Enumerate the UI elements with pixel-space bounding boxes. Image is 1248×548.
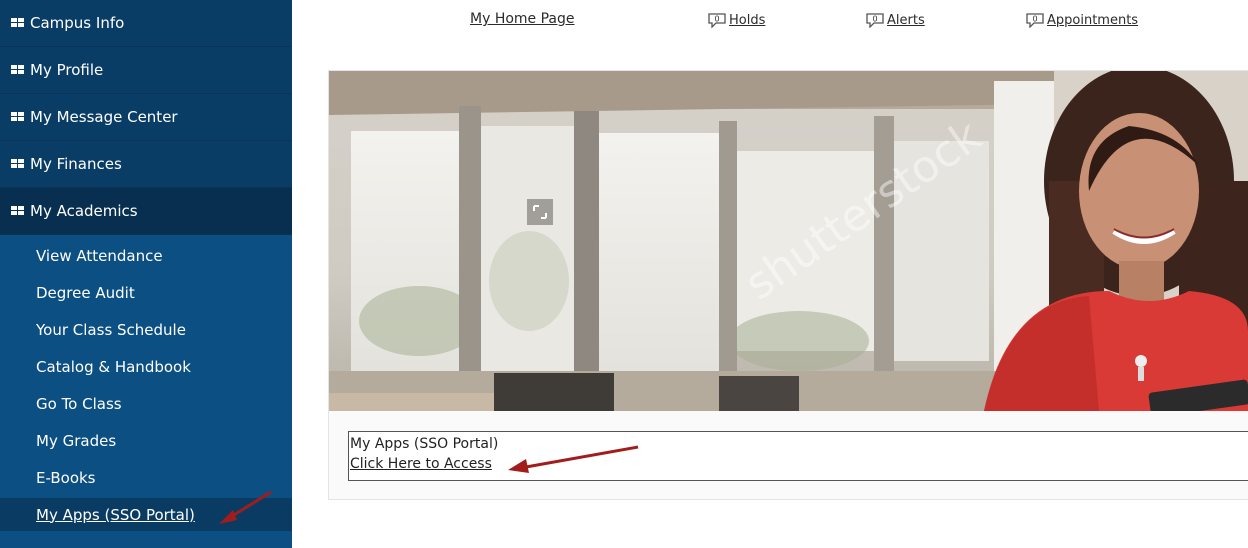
grid-icon <box>11 18 25 28</box>
menu-label: Campus Info <box>30 14 125 32</box>
holds-count: 0 <box>714 15 719 24</box>
menu-label: My Message Center <box>30 108 178 126</box>
apps-box: My Apps (SSO Portal) Click Here to Acces… <box>348 431 1248 481</box>
menu-my-academics[interactable]: My Academics <box>0 188 292 235</box>
menu-label: My Profile <box>30 61 104 79</box>
top-navigation: My Home Page 0 Holds 0 Alerts 0 Appointm… <box>292 0 1248 52</box>
sub-item-go-to-class[interactable]: Go To Class <box>0 385 292 422</box>
hero-image: shutterstock <box>329 71 1248 411</box>
grid-icon <box>11 206 25 216</box>
speech-bubble-icon: 0 <box>866 13 884 28</box>
appointments-count: 0 <box>1032 15 1037 24</box>
menu-label: My Academics <box>30 202 138 220</box>
menu-campus-info[interactable]: Campus Info <box>0 0 292 47</box>
menu-label: My Finances <box>30 155 122 173</box>
menu-my-message-center[interactable]: My Message Center <box>0 94 292 141</box>
annotation-arrow <box>219 490 272 524</box>
grid-icon <box>11 65 25 75</box>
appointments-link[interactable]: 0 Appointments <box>1025 12 1138 28</box>
grid-icon <box>11 159 25 169</box>
sub-item-my-grades[interactable]: My Grades <box>0 422 292 459</box>
alerts-link[interactable]: 0 Alerts <box>865 12 925 28</box>
menu-my-profile[interactable]: My Profile <box>0 47 292 94</box>
alerts-count: 0 <box>872 15 877 24</box>
apps-title: My Apps (SSO Portal) <box>350 436 499 452</box>
holds-link[interactable]: 0 Holds <box>707 12 765 28</box>
menu-my-finances[interactable]: My Finances <box>0 141 292 188</box>
sub-item-catalog-handbook[interactable]: Catalog & Handbook <box>0 348 292 385</box>
sub-item-class-schedule[interactable]: Your Class Schedule <box>0 311 292 348</box>
speech-bubble-icon: 0 <box>708 13 726 28</box>
home-page-link[interactable]: My Home Page <box>470 11 575 27</box>
main-panel: shutterstock My Apps (SSO Portal) Click … <box>328 70 1248 500</box>
appointments-label: Appointments <box>1047 12 1139 28</box>
annotation-arrow <box>508 445 639 473</box>
grid-icon <box>11 112 25 122</box>
sub-item-view-attendance[interactable]: View Attendance <box>0 237 292 274</box>
speech-bubble-icon: 0 <box>1026 13 1044 28</box>
sub-item-degree-audit[interactable]: Degree Audit <box>0 274 292 311</box>
academics-submenu: View Attendance Degree Audit Your Class … <box>0 235 292 531</box>
alerts-label: Alerts <box>887 12 925 28</box>
holds-label: Holds <box>729 12 766 28</box>
sidebar: Campus Info My Profile My Message Center… <box>0 0 292 548</box>
apps-access-link[interactable]: Click Here to Access <box>350 456 492 472</box>
